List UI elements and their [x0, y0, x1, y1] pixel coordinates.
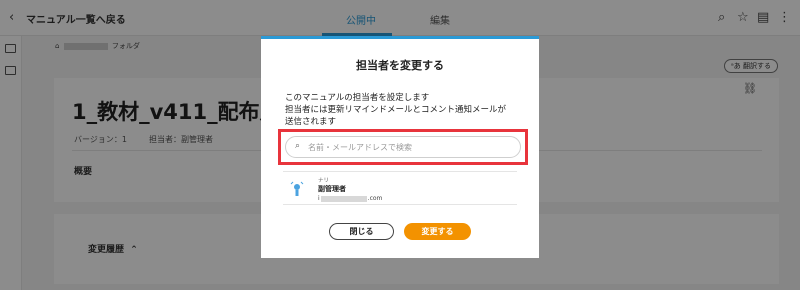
- user-list-item[interactable]: ナリ 副管理者 i .com: [283, 171, 517, 205]
- search-icon: ⌕: [295, 141, 301, 151]
- user-email: i .com: [318, 195, 382, 202]
- dialog-description-line-1: このマニュアルの担当者を設定します: [285, 93, 430, 103]
- user-email-prefix: i: [318, 195, 320, 202]
- change-owner-dialog: 担当者を変更する このマニュアルの担当者を設定します 担当者には更新リマインドメ…: [261, 36, 539, 258]
- search-box[interactable]: ⌕: [285, 136, 521, 158]
- avatar-icon: [290, 181, 304, 196]
- search-input[interactable]: [308, 140, 513, 154]
- close-button[interactable]: 閉じる: [329, 223, 394, 240]
- search-highlight-frame: ⌕: [278, 129, 528, 165]
- user-name: 副管理者: [318, 185, 346, 193]
- user-tag: ナリ: [318, 178, 330, 184]
- change-button[interactable]: 変更する: [404, 223, 471, 240]
- user-email-suffix: .com: [367, 195, 383, 202]
- dialog-description-line-2: 担当者には更新リマインドメールとコメント通知メールが: [285, 105, 507, 115]
- dialog-title: 担当者を変更する: [356, 59, 444, 72]
- redacted-email: [320, 195, 367, 202]
- dialog-description-line-3: 送信されます: [285, 117, 337, 127]
